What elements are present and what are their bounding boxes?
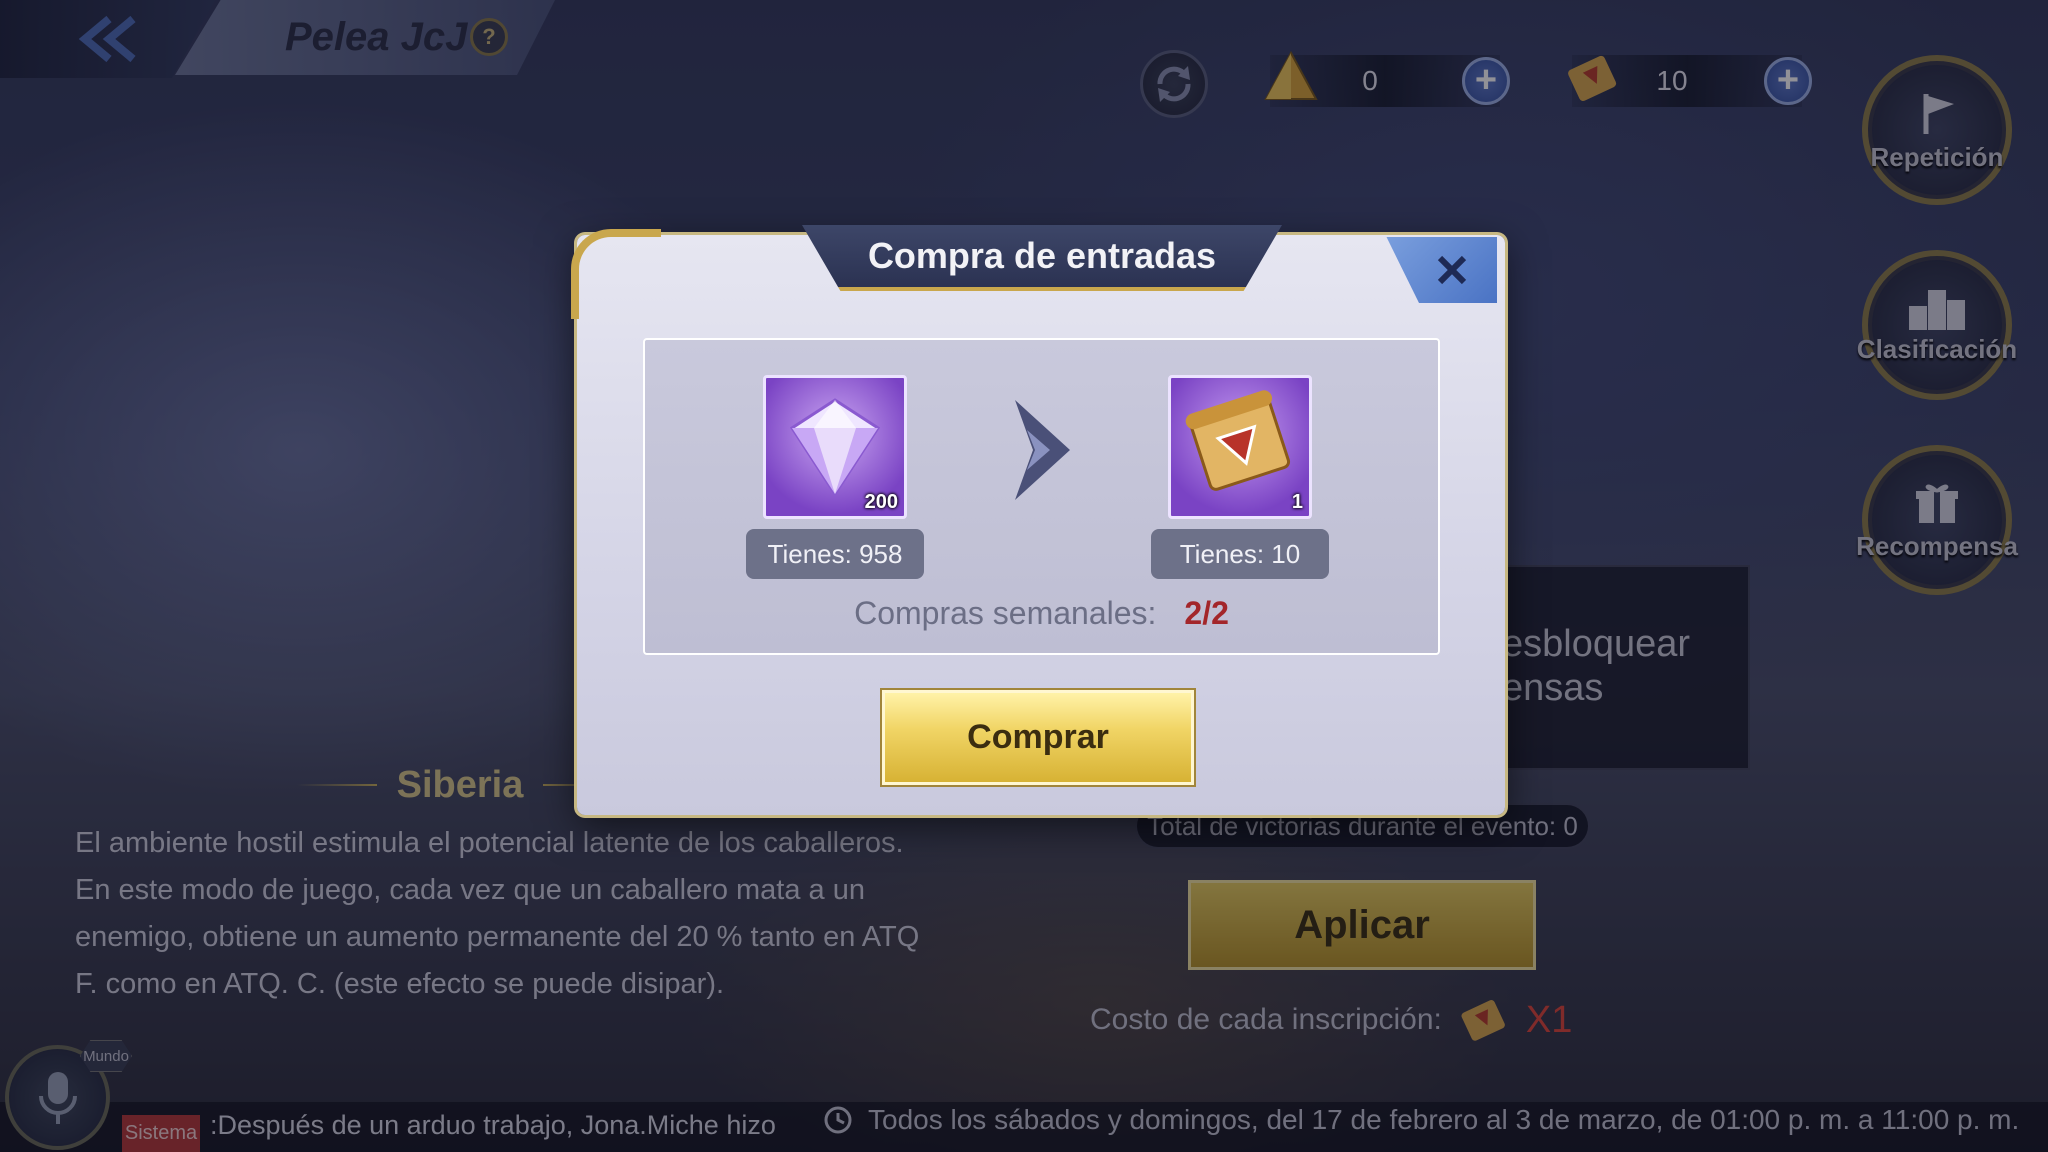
- buy-button-label: Comprar: [967, 718, 1109, 756]
- reward-item-owned: Tienes: 10: [1151, 529, 1329, 579]
- cost-item-owned: Tienes: 958: [746, 529, 924, 579]
- modal-corner-ornament: [571, 229, 661, 319]
- buy-button[interactable]: Comprar: [882, 690, 1194, 785]
- close-button[interactable]: [1386, 237, 1497, 303]
- purchase-modal: Compra de entradas 200 Tienes: 958 1 Tie…: [571, 225, 1505, 815]
- cost-item-quantity: 200: [864, 491, 898, 513]
- scroll-ticket-icon: [1185, 390, 1291, 491]
- reward-item-quantity: 1: [1291, 491, 1303, 513]
- close-icon: [1437, 255, 1467, 285]
- arrow-right-icon: [1015, 400, 1070, 500]
- reward-item-card[interactable]: 1: [1168, 375, 1312, 519]
- modal-title: Compra de entradas: [867, 235, 1217, 276]
- weekly-purchases-count: 2/2: [1184, 595, 1229, 631]
- modal-title-plate: Compra de entradas: [802, 225, 1282, 291]
- weekly-purchases: Compras semanales: 2/2: [645, 595, 1438, 632]
- weekly-purchases-label: Compras semanales:: [854, 595, 1157, 631]
- cost-item-card[interactable]: 200: [763, 375, 907, 519]
- exchange-panel: 200 Tienes: 958 1 Tienes: 10 Compras sem…: [643, 338, 1440, 655]
